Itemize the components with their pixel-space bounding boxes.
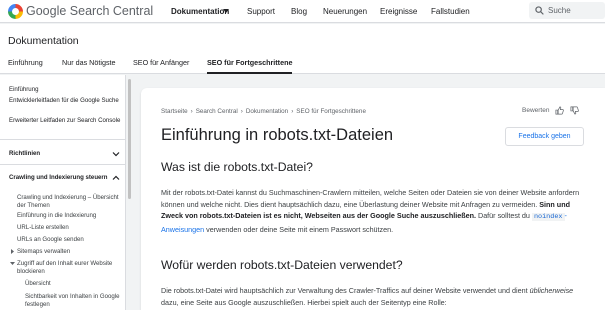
left-navigation: Einführung Entwicklerleitfaden für die G… — [0, 75, 126, 310]
tab-seo-fuer-fortgeschrittene[interactable]: SEO für Fortgeschrittene — [207, 58, 293, 74]
tab-seo-fuer-anfaenger[interactable]: SEO für Anfänger — [133, 58, 189, 74]
nav-item-crawling[interactable]: Crawling und Indexierung steuern — [9, 174, 121, 182]
section-title: Dokumentation — [8, 35, 79, 47]
nav-item-advanced-guide[interactable]: Erweiterter Leitfaden zur Search Console — [9, 117, 121, 125]
paragraph-what-is-robots: Mit der robots.txt-Datei kannst du Suchm… — [161, 188, 580, 234]
nav-item-sitemaps[interactable]: Sitemaps verwalten — [17, 248, 121, 256]
rating-label: Bewerten — [522, 107, 550, 114]
search-box[interactable]: Suche — [529, 2, 605, 19]
google-g-icon — [8, 3, 23, 19]
breadcrumb: Startseite › Search Central › Dokumentation ›… — [161, 108, 366, 115]
google-search-central-logo[interactable]: Google Search Central — [8, 3, 153, 19]
breadcrumb-seo-fortgeschrittene[interactable]: SEO für Fortgeschrittene — [296, 108, 366, 115]
search-icon — [535, 6, 544, 15]
logo-text: Google Search Central — [26, 4, 154, 18]
nav-divider — [0, 139, 125, 140]
page-title: Einführung in robots.txt-Dateien — [161, 126, 394, 144]
topnav-support[interactable]: Support — [247, 7, 275, 16]
nav-item-url-list[interactable]: URL-Liste erstellen — [17, 224, 121, 232]
nav-divider — [0, 164, 125, 165]
top-bar: Google Search Central Dokumentation Supp… — [0, 0, 605, 23]
thumb-up-icon[interactable] — [555, 106, 565, 115]
topnav-ereignisse[interactable]: Ereignisse — [380, 7, 417, 16]
nav-item-dev-guide[interactable]: Entwicklerleitfaden für die Google Suche — [9, 97, 121, 105]
nav-item-block-access[interactable]: Zugriff auf den Inhalt eurer Website blo… — [17, 260, 121, 276]
nav-item-visibility[interactable]: Sichtbarkeit von Inhalten in Google fest… — [25, 293, 121, 309]
chevron-up-icon[interactable] — [112, 174, 120, 182]
nav-item-crawl-overview[interactable]: Crawling und Indexierung – Übersicht der… — [17, 194, 121, 210]
nav-item-intro-indexing[interactable]: Einführung in die Indexierung — [17, 212, 121, 220]
search-input[interactable]: Suche — [548, 6, 571, 15]
nav-item-einfuehrung[interactable]: Einführung — [9, 86, 121, 94]
heading-what-is-robots: Was ist die robots.txt-Datei? — [161, 160, 313, 174]
topnav-neuerungen[interactable]: Neuerungen — [323, 7, 367, 16]
nav-item-richtlinien[interactable]: Richtlinien — [9, 150, 121, 158]
paragraph-use-of-robots: Die robots.txt-Datei wird hauptsächlich … — [161, 286, 574, 307]
triangle-right-icon[interactable] — [10, 249, 15, 254]
triangle-down-icon[interactable] — [10, 261, 15, 266]
nav-item-uebersicht[interactable]: Übersicht — [25, 280, 121, 288]
breadcrumb-search-central[interactable]: Search Central — [196, 108, 238, 115]
rating: Bewerten — [522, 106, 580, 115]
tab-nur-das-noetigste[interactable]: Nur das Nötigste — [62, 58, 116, 74]
chevron-down-icon[interactable] — [112, 150, 120, 158]
left-nav-scrollbar-thumb[interactable] — [128, 79, 131, 199]
tab-einfuehrung[interactable]: Einführung — [8, 58, 43, 74]
topnav-fallstudien[interactable]: Fallstudien — [431, 7, 470, 16]
nav-item-send-urls[interactable]: URLs an Google senden — [17, 236, 121, 244]
thumb-down-icon[interactable] — [570, 106, 580, 115]
section-header: Dokumentation Einführung Nur das Nötigst… — [0, 24, 605, 74]
heading-use-of-robots: Wofür werden robots.txt-Dateien verwende… — [161, 258, 403, 272]
breadcrumb-dokumentation[interactable]: Dokumentation — [246, 108, 288, 115]
feedback-button[interactable]: Feedback geben — [505, 127, 584, 146]
breadcrumb-startseite[interactable]: Startseite — [161, 108, 188, 115]
topnav-blog[interactable]: Blog — [291, 7, 307, 16]
chevron-down-icon[interactable] — [223, 9, 229, 14]
article-card: Startseite › Search Central › Dokumentation ›… — [141, 88, 605, 310]
topnav-dokumentation[interactable]: Dokumentation — [171, 7, 229, 16]
